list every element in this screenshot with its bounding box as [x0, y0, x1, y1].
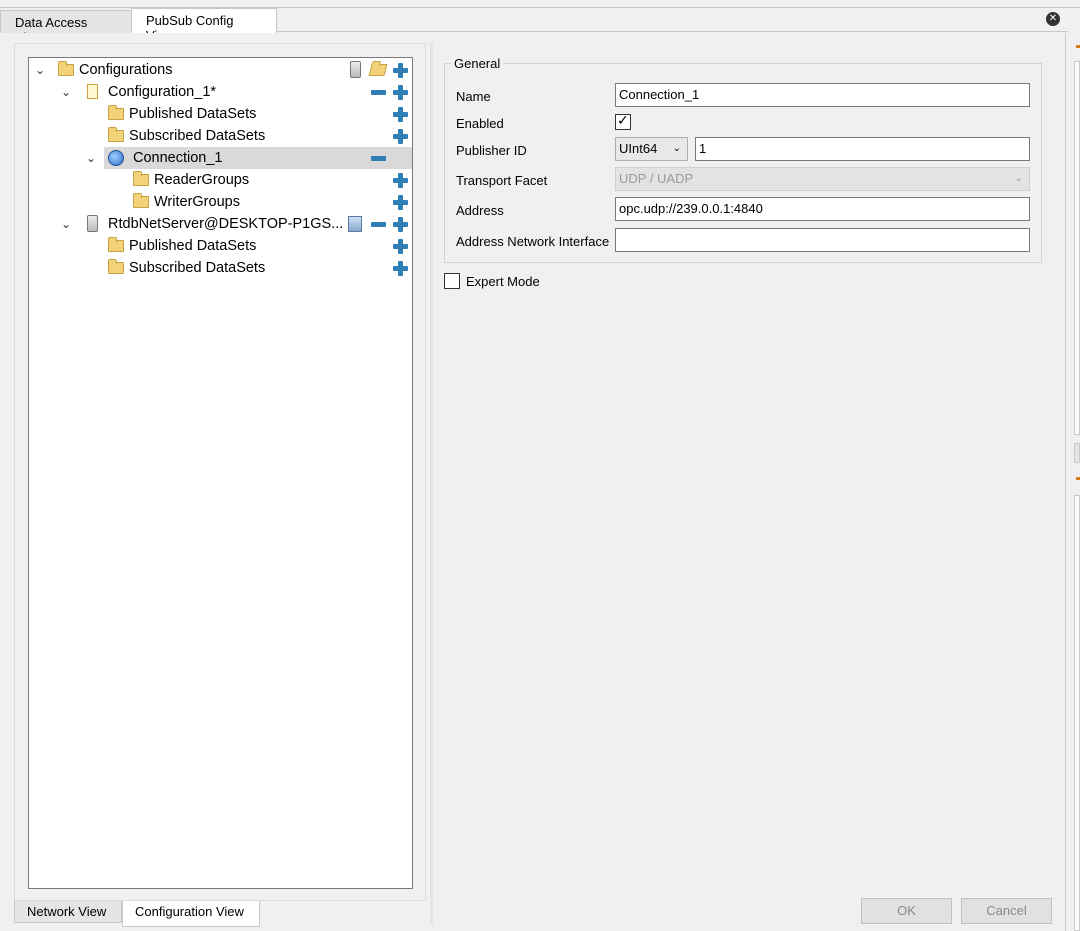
tree-item-configuration[interactable]: ⌄ Configuration_1*: [29, 81, 412, 103]
tab-label: Network View: [27, 904, 107, 919]
tree-item-label: ReaderGroups: [154, 172, 250, 188]
add-icon[interactable]: [393, 217, 408, 232]
document-icon: [87, 84, 98, 99]
tree-item-subscribed-datasets[interactable]: Subscribed DataSets: [29, 257, 412, 279]
folder-icon: [108, 127, 124, 142]
docked-panel-top[interactable]: [1074, 61, 1080, 435]
tree-item-label: WriterGroups: [154, 194, 240, 210]
tree-item-label: Configuration_1*: [108, 84, 217, 100]
enabled-checkbox[interactable]: ✓: [615, 112, 631, 130]
tree-item-label: RtdbNetServer@DESKTOP-P1GS...: [108, 216, 344, 232]
view-tabbar: Data Access View PubSub Config View: [0, 8, 1068, 45]
folder-icon: [108, 259, 124, 274]
address-network-interface-field[interactable]: [615, 228, 1030, 252]
add-icon[interactable]: [393, 261, 408, 276]
window-top-strip: [0, 0, 1080, 8]
left-panel-tabbar: Network View Configuration View: [14, 901, 426, 927]
select-value: UInt64: [619, 141, 658, 156]
close-tab-icon[interactable]: ✕: [1046, 12, 1060, 26]
pin-icon[interactable]: [1076, 45, 1080, 48]
address-field[interactable]: opc.udp://239.0.0.1:4840: [615, 197, 1030, 221]
configuration-tree-panel: ⌄ Configurations ⌄ Configuration_1* Publ…: [14, 43, 426, 901]
chevron-down-icon[interactable]: ⌄: [33, 59, 47, 81]
server-icon: [87, 215, 98, 232]
tree-item-connection[interactable]: ⌄ Connection_1: [86, 147, 412, 169]
tree-item-configurations[interactable]: ⌄ Configurations: [29, 59, 412, 81]
enabled-label: Enabled: [456, 116, 504, 131]
select-value: UDP / UADP: [619, 171, 694, 186]
docked-panel-bottom[interactable]: [1074, 495, 1080, 931]
tree-item-published-datasets[interactable]: Published DataSets: [29, 235, 412, 257]
tree-item-label: Subscribed DataSets: [129, 260, 266, 276]
chevron-down-icon: ⌄: [1014, 173, 1023, 184]
publisher-id-type-select[interactable]: UInt64 ⌄: [615, 137, 688, 161]
docked-panel-header[interactable]: [1074, 443, 1080, 463]
tree-item-label: Configurations: [79, 62, 173, 78]
tab-configuration-view[interactable]: Configuration View: [122, 901, 260, 927]
transport-facet-select[interactable]: UDP / UADP ⌄: [615, 167, 1030, 191]
checkmark-icon: ✓: [617, 112, 629, 128]
tab-data-access-view[interactable]: Data Access View: [0, 10, 132, 45]
tree-item-published-datasets[interactable]: Published DataSets: [29, 103, 412, 125]
folder-icon: [108, 237, 124, 252]
tree-item-reader-groups[interactable]: ReaderGroups: [29, 169, 412, 191]
chevron-down-icon: ⌄: [672, 143, 681, 154]
tree-item-subscribed-datasets[interactable]: Subscribed DataSets: [29, 125, 412, 147]
publisher-id-field[interactable]: 1: [695, 137, 1030, 161]
expert-mode-checkbox[interactable]: [444, 273, 460, 289]
tab-network-view[interactable]: Network View: [14, 901, 122, 923]
open-folder-icon[interactable]: [368, 64, 388, 76]
group-title: General: [451, 56, 504, 71]
tab-pubsub-config-view[interactable]: PubSub Config View: [131, 8, 277, 43]
tab-label: Configuration View: [135, 904, 244, 919]
tree-item-label: Connection_1: [133, 150, 223, 166]
save-icon[interactable]: [348, 216, 362, 232]
folder-icon: [133, 171, 149, 186]
add-icon[interactable]: [393, 173, 408, 188]
network-connection-icon: [108, 150, 124, 166]
chevron-down-icon[interactable]: ⌄: [59, 213, 73, 235]
remove-icon[interactable]: [371, 90, 386, 95]
add-icon[interactable]: [393, 63, 408, 78]
add-icon[interactable]: [393, 85, 408, 100]
address-network-interface-label: Address Network Interface: [456, 234, 610, 249]
name-field[interactable]: Connection_1: [615, 83, 1030, 107]
panel-splitter[interactable]: [430, 43, 433, 925]
tree-item-writer-groups[interactable]: WriterGroups: [29, 191, 412, 213]
name-label: Name: [456, 89, 491, 104]
tree-item-server[interactable]: ⌄ RtdbNetServer@DESKTOP-P1GS...: [29, 213, 412, 235]
main-area: ⌄ Configurations ⌄ Configuration_1* Publ…: [0, 33, 1066, 931]
tree-item-label: Published DataSets: [129, 238, 257, 254]
cancel-button[interactable]: Cancel: [961, 898, 1052, 924]
remove-icon[interactable]: [371, 156, 386, 161]
server-icon[interactable]: [350, 61, 361, 78]
add-icon[interactable]: [393, 239, 408, 254]
add-icon[interactable]: [393, 195, 408, 210]
tree-item-label: Subscribed DataSets: [129, 128, 266, 144]
folder-icon: [58, 61, 74, 76]
remove-icon[interactable]: [371, 222, 386, 227]
configuration-tree[interactable]: ⌄ Configurations ⌄ Configuration_1* Publ…: [28, 57, 413, 889]
add-icon[interactable]: [393, 107, 408, 122]
add-icon[interactable]: [393, 129, 408, 144]
address-label: Address: [456, 203, 504, 218]
chevron-down-icon[interactable]: ⌄: [59, 81, 73, 103]
ok-button[interactable]: OK: [861, 898, 952, 924]
publisher-id-label: Publisher ID: [456, 143, 527, 158]
transport-facet-label: Transport Facet: [456, 173, 548, 188]
chevron-down-icon[interactable]: ⌄: [84, 147, 98, 169]
tree-item-label: Published DataSets: [129, 106, 257, 122]
pin-icon[interactable]: [1076, 477, 1080, 480]
expert-mode-label: Expert Mode: [466, 274, 540, 289]
folder-icon: [133, 193, 149, 208]
right-dock-edge: [1070, 33, 1080, 931]
general-groupbox: General Name Connection_1 Enabled ✓ Publ…: [444, 56, 1042, 263]
folder-icon: [108, 105, 124, 120]
